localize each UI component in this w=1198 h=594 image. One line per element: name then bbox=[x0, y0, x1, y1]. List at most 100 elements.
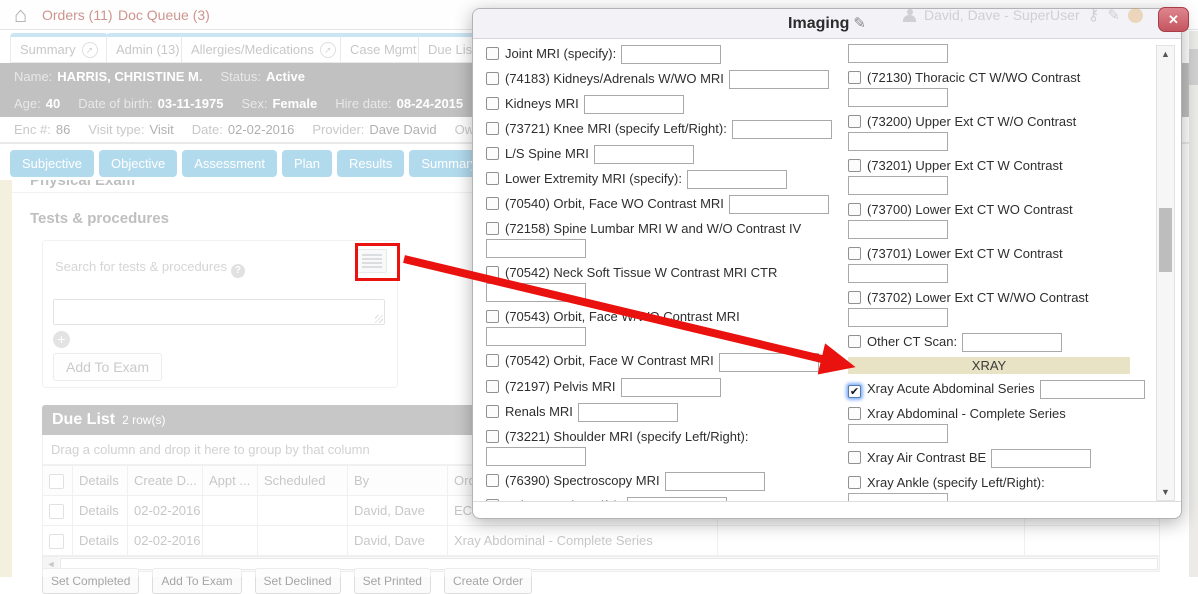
checklist-item-input[interactable] bbox=[732, 120, 832, 139]
checklist-item-input[interactable] bbox=[848, 176, 948, 195]
scroll-down-icon[interactable]: ▼ bbox=[1157, 484, 1174, 500]
checklist-item-label: (72130) Thoracic CT W/WO Contrast bbox=[867, 70, 1080, 85]
checkbox[interactable] bbox=[848, 71, 861, 84]
checklist-item-row: Xray Abdominal - Complete Series bbox=[848, 404, 1144, 423]
checklist-item-input[interactable] bbox=[621, 378, 721, 397]
checklist-item-input[interactable] bbox=[848, 88, 948, 107]
checklist-item-row: (73221) Shoulder MRI (specify Left/Right… bbox=[486, 427, 848, 446]
checklist-item-row: Renals MRI bbox=[486, 402, 848, 422]
checkbox[interactable] bbox=[486, 430, 499, 443]
checklist-item: (74183) Kidneys/Adrenals W/WO MRI bbox=[486, 69, 848, 89]
checkbox[interactable] bbox=[486, 354, 499, 367]
checkbox[interactable] bbox=[486, 97, 499, 110]
checklist-item-input[interactable] bbox=[848, 308, 948, 327]
checklist-item-input[interactable] bbox=[486, 239, 586, 258]
checklist-item-label: (70540) Orbit, Face WO Contrast MRI bbox=[505, 196, 724, 211]
checklist-item-input[interactable] bbox=[848, 132, 948, 151]
checklist-item-input[interactable] bbox=[729, 70, 829, 89]
checklist-item-label: (73200) Upper Ext CT W/O Contrast bbox=[867, 114, 1076, 129]
checklist-item: Lower Extremity MRI (specify): bbox=[486, 169, 848, 189]
checklist-item: (72130) Thoracic CT W/WO Contrast bbox=[848, 68, 1144, 107]
checklist-item-input[interactable] bbox=[486, 447, 586, 466]
checkbox[interactable] bbox=[848, 476, 861, 489]
checklist-item-input[interactable] bbox=[719, 353, 819, 372]
checklist-item-input[interactable] bbox=[627, 497, 727, 501]
checkbox[interactable] bbox=[486, 266, 499, 279]
checkbox[interactable] bbox=[486, 172, 499, 185]
modal-left-column: Joint MRI (specify): (74183) Kidneys/Adre… bbox=[486, 44, 848, 501]
checkbox[interactable] bbox=[486, 405, 499, 418]
checklist-item-input[interactable] bbox=[848, 264, 948, 283]
checkbox[interactable] bbox=[848, 407, 861, 420]
pencil-icon[interactable]: ✎ bbox=[853, 15, 866, 32]
checklist-item: Spine MRI (specify): bbox=[486, 496, 848, 501]
checklist-item: Other CT Scan: bbox=[848, 332, 1144, 352]
checklist-item-label: (73701) Lower Ext CT W Contrast bbox=[867, 246, 1063, 261]
checkbox[interactable] bbox=[486, 147, 499, 160]
checklist-item-label: Joint MRI (specify): bbox=[505, 46, 616, 61]
checklist-item-input[interactable] bbox=[621, 45, 721, 64]
checklist-item: Xray Abdominal - Complete Series bbox=[848, 404, 1144, 443]
modal-title: Imaging bbox=[788, 15, 849, 32]
checklist-item-input[interactable] bbox=[486, 327, 586, 346]
checkbox[interactable] bbox=[848, 451, 861, 464]
checklist-item-label: Lower Extremity MRI (specify): bbox=[505, 171, 682, 186]
checklist-item-input[interactable] bbox=[729, 195, 829, 214]
checklist-item-label: (72158) Spine Lumbar MRI W and W/O Contr… bbox=[505, 221, 801, 236]
checklist-item-input[interactable] bbox=[962, 333, 1062, 352]
checklist-item: L/S Spine MRI bbox=[486, 144, 848, 164]
checklist-item-input[interactable] bbox=[848, 44, 948, 63]
checklist-item: (70542) Neck Soft Tissue W Contrast MRI … bbox=[486, 263, 848, 302]
checkbox[interactable] bbox=[486, 380, 499, 393]
checklist-item-label: (73721) Knee MRI (specify Left/Right): bbox=[505, 121, 727, 136]
checklist-item-row: Kidneys MRI bbox=[486, 94, 848, 114]
checklist-item: (73221) Shoulder MRI (specify Left/Right… bbox=[486, 427, 848, 466]
checklist-item: (73201) Upper Ext CT W Contrast bbox=[848, 156, 1144, 195]
avatar bbox=[1128, 8, 1143, 23]
modal-scrollbar-thumb[interactable] bbox=[1159, 208, 1172, 272]
checkbox[interactable] bbox=[848, 291, 861, 304]
checkbox[interactable]: ✔ bbox=[848, 385, 861, 398]
checklist-item-input[interactable] bbox=[486, 283, 586, 302]
checklist-item-input[interactable] bbox=[848, 220, 948, 239]
checklist-item-label: Other CT Scan: bbox=[867, 334, 957, 349]
checkbox[interactable] bbox=[486, 122, 499, 135]
checkbox[interactable] bbox=[848, 203, 861, 216]
checklist-item-label: Renals MRI bbox=[505, 404, 573, 419]
checklist-item-input[interactable] bbox=[1040, 380, 1145, 399]
close-button[interactable]: ✕ bbox=[1158, 7, 1189, 32]
checklist-item-label: Xray Air Contrast BE bbox=[867, 450, 986, 465]
checkbox[interactable] bbox=[848, 159, 861, 172]
checklist-item-row: Lower Extremity MRI (specify): bbox=[486, 169, 848, 189]
xray-section-header: XRAY bbox=[848, 357, 1130, 374]
user-menu: David, Dave - SuperUser ⚷ ✎ bbox=[903, 5, 1143, 25]
key-icon: ⚷ bbox=[1088, 5, 1100, 25]
checklist-item-input[interactable] bbox=[848, 424, 948, 443]
checklist-item: ✔Xray Acute Abdominal Series bbox=[848, 379, 1144, 399]
checkbox[interactable] bbox=[848, 247, 861, 260]
checkbox[interactable] bbox=[486, 499, 499, 501]
checkbox[interactable] bbox=[486, 474, 499, 487]
checkbox[interactable] bbox=[848, 115, 861, 128]
checklist-item: (73702) Lower Ext CT W/WO Contrast bbox=[848, 288, 1144, 327]
checklist-item-input[interactable] bbox=[687, 170, 787, 189]
checklist-item-input[interactable] bbox=[991, 449, 1091, 468]
checkbox[interactable] bbox=[848, 335, 861, 348]
checklist-item-input[interactable] bbox=[578, 403, 678, 422]
scroll-up-icon[interactable]: ▲ bbox=[1157, 46, 1174, 62]
checkbox[interactable] bbox=[486, 47, 499, 60]
checklist-item-input[interactable] bbox=[848, 493, 948, 501]
checkbox[interactable] bbox=[486, 197, 499, 210]
pencil-icon: ✎ bbox=[1107, 6, 1120, 24]
checklist-item-row: Joint MRI (specify): bbox=[486, 44, 848, 64]
checklist-item: (73700) Lower Ext CT WO Contrast bbox=[848, 200, 1144, 239]
checkbox[interactable] bbox=[486, 72, 499, 85]
checkbox[interactable] bbox=[486, 310, 499, 323]
checklist-item-input[interactable] bbox=[594, 145, 694, 164]
checklist-item: Xray Air Contrast BE bbox=[848, 448, 1144, 468]
checklist-item-input[interactable] bbox=[665, 472, 765, 491]
checkbox[interactable] bbox=[486, 222, 499, 235]
checklist-item bbox=[848, 44, 1144, 63]
modal-scrollbar[interactable]: ▲ ▼ bbox=[1156, 45, 1175, 501]
checklist-item-input[interactable] bbox=[584, 95, 684, 114]
